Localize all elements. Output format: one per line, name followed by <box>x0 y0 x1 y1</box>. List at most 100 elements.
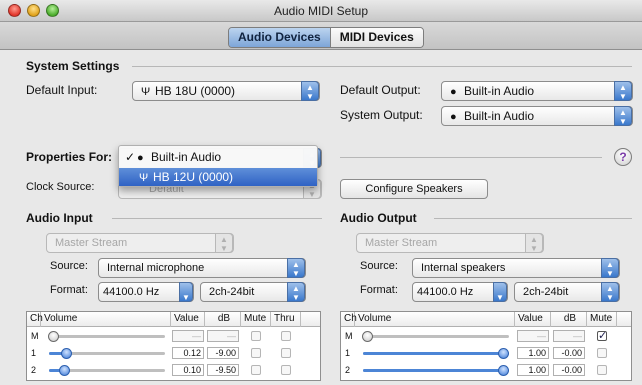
output-channel-table: Ch Volume Value dB Mute M — — 1 1.00 -0.00 2 1.… <box>340 311 632 381</box>
volume-slider-knob[interactable] <box>59 365 70 376</box>
system-output-value: Built-in Audio <box>464 109 535 123</box>
table-row: 2 1.00 -0.00 <box>341 363 631 378</box>
audio-output-divider <box>434 218 632 219</box>
menu-item-label: HB 12U (0000) <box>153 170 234 184</box>
value-field[interactable]: 1.00 <box>517 347 549 359</box>
output-source-value: Internal speakers <box>421 262 506 274</box>
window-title: Audio MIDI Setup <box>273 4 369 18</box>
updown-arrows-icon: ▲▼ <box>525 233 543 253</box>
channel-label: 1 <box>345 348 351 358</box>
default-output-popup[interactable]: ● Built-in Audio ▲ ▼ <box>441 81 633 101</box>
volume-slider-knob[interactable] <box>362 331 373 342</box>
col-header-ch: Ch <box>341 312 357 327</box>
configure-speakers-button[interactable]: Configure Speakers <box>340 179 488 199</box>
menu-item-hb-12u[interactable]: Ψ HB 12U (0000) <box>119 168 317 186</box>
input-format-label: Format: <box>50 284 88 296</box>
system-output-popup[interactable]: ● Built-in Audio ▲ ▼ <box>441 106 633 126</box>
updown-arrows-icon: ▲▼ <box>601 258 619 278</box>
menu-item-built-in-audio[interactable]: ✓ ● Built-in Audio <box>119 148 317 166</box>
updown-arrows-icon: ▲▼ <box>614 106 632 126</box>
table-row: 1 1.00 -0.00 <box>341 346 631 361</box>
input-format-rate-value: 44100.0 Hz <box>103 286 160 298</box>
properties-for-menu: ✓ ● Built-in Audio Ψ HB 12U (0000) <box>118 145 318 187</box>
system-output-label: System Output: <box>340 108 423 122</box>
mute-checkbox[interactable] <box>251 348 261 358</box>
default-input-popup[interactable]: Ψ HB 18U (0000) ▲ ▼ <box>132 81 320 101</box>
value-field: — <box>172 330 204 342</box>
thru-checkbox[interactable] <box>281 365 291 375</box>
col-header-ch: Ch <box>27 312 43 327</box>
updown-arrows-icon: ▲▼ <box>301 81 319 101</box>
input-stream-value: Master Stream <box>55 237 128 249</box>
audio-input-divider <box>112 218 322 219</box>
value-field[interactable]: 1.00 <box>517 364 549 376</box>
default-input-value: HB 18U (0000) <box>155 84 236 98</box>
col-header-mute: Mute <box>241 312 271 327</box>
apple-icon: ● <box>137 152 144 164</box>
db-field[interactable]: -9.50 <box>207 364 239 376</box>
db-field[interactable]: -0.00 <box>553 364 585 376</box>
dropdown-arrow-icon: ▼ <box>493 282 507 302</box>
properties-for-label: Properties For: <box>26 150 113 164</box>
output-format-rate-combo[interactable]: 44100.0 Hz ▼ <box>412 282 508 302</box>
volume-slider-knob[interactable] <box>61 348 72 359</box>
col-header-value: Value <box>171 312 205 327</box>
input-format-rate-combo[interactable]: 44100.0 Hz ▼ <box>98 282 194 302</box>
volume-slider-track[interactable] <box>363 335 509 338</box>
audio-input-heading: Audio Input <box>26 211 93 225</box>
output-format-rate-value: 44100.0 Hz <box>417 286 474 298</box>
input-format-bits-popup[interactable]: 2ch-24bit ▲ ▼ <box>200 282 306 302</box>
db-field[interactable]: -9.00 <box>207 347 239 359</box>
col-header-value: Value <box>515 312 551 327</box>
volume-slider-fill <box>363 352 509 355</box>
apple-icon: ● <box>450 86 457 98</box>
system-settings-divider <box>132 66 632 67</box>
input-source-popup[interactable]: Internal microphone ▲ ▼ <box>98 258 306 278</box>
thru-checkbox[interactable] <box>281 348 291 358</box>
default-input-label: Default Input: <box>26 83 98 97</box>
volume-slider-knob[interactable] <box>498 348 509 359</box>
help-button[interactable]: ? <box>614 148 632 166</box>
mute-checkbox[interactable] <box>597 329 607 342</box>
channel-label: 1 <box>31 348 37 358</box>
tab-audio-devices[interactable]: Audio Devices <box>229 28 331 47</box>
volume-slider-track[interactable] <box>49 335 165 338</box>
volume-slider-knob[interactable] <box>48 331 59 342</box>
value-field[interactable]: 0.10 <box>172 364 204 376</box>
channel-label: M <box>31 331 39 341</box>
input-format-bits-value: 2ch-24bit <box>209 286 255 298</box>
output-format-bits-popup[interactable]: 2ch-24bit ▲ ▼ <box>514 282 620 302</box>
output-source-popup[interactable]: Internal speakers ▲ ▼ <box>412 258 620 278</box>
value-field[interactable]: 0.12 <box>172 347 204 359</box>
db-field[interactable]: -0.00 <box>553 347 585 359</box>
value-field: — <box>517 330 549 342</box>
output-stream-popup[interactable]: Master Stream ▲ ▼ <box>356 233 544 253</box>
col-header-mute: Mute <box>587 312 617 327</box>
mute-checkbox[interactable] <box>251 365 261 375</box>
db-field: — <box>207 330 239 342</box>
table-row: M — — <box>341 329 631 344</box>
audio-output-heading: Audio Output <box>340 211 417 225</box>
apple-icon: ● <box>450 111 457 123</box>
tab-midi-devices[interactable]: MIDI Devices <box>330 28 423 47</box>
mute-checkbox[interactable] <box>597 365 607 375</box>
thru-checkbox[interactable] <box>281 331 291 341</box>
input-table-header: Ch Volume Value dB Mute Thru <box>27 312 320 327</box>
properties-divider <box>340 157 602 158</box>
clock-source-label: Clock Source: <box>26 181 95 193</box>
checkmark-icon: ✓ <box>125 150 136 164</box>
channel-label: 2 <box>345 365 351 375</box>
menu-item-label: Built-in Audio <box>151 150 222 164</box>
volume-slider-track[interactable] <box>363 369 509 372</box>
input-source-label: Source: <box>50 260 88 272</box>
volume-slider-track[interactable] <box>363 352 509 355</box>
db-field: — <box>553 330 585 342</box>
input-stream-popup[interactable]: Master Stream ▲ ▼ <box>46 233 234 253</box>
mute-checkbox[interactable] <box>251 331 261 341</box>
volume-slider-knob[interactable] <box>498 365 509 376</box>
mute-checkbox[interactable] <box>597 348 607 358</box>
col-header-db: dB <box>551 312 587 327</box>
channel-label: 2 <box>31 365 37 375</box>
updown-arrows-icon: ▲▼ <box>287 258 305 278</box>
col-header-db: dB <box>205 312 241 327</box>
